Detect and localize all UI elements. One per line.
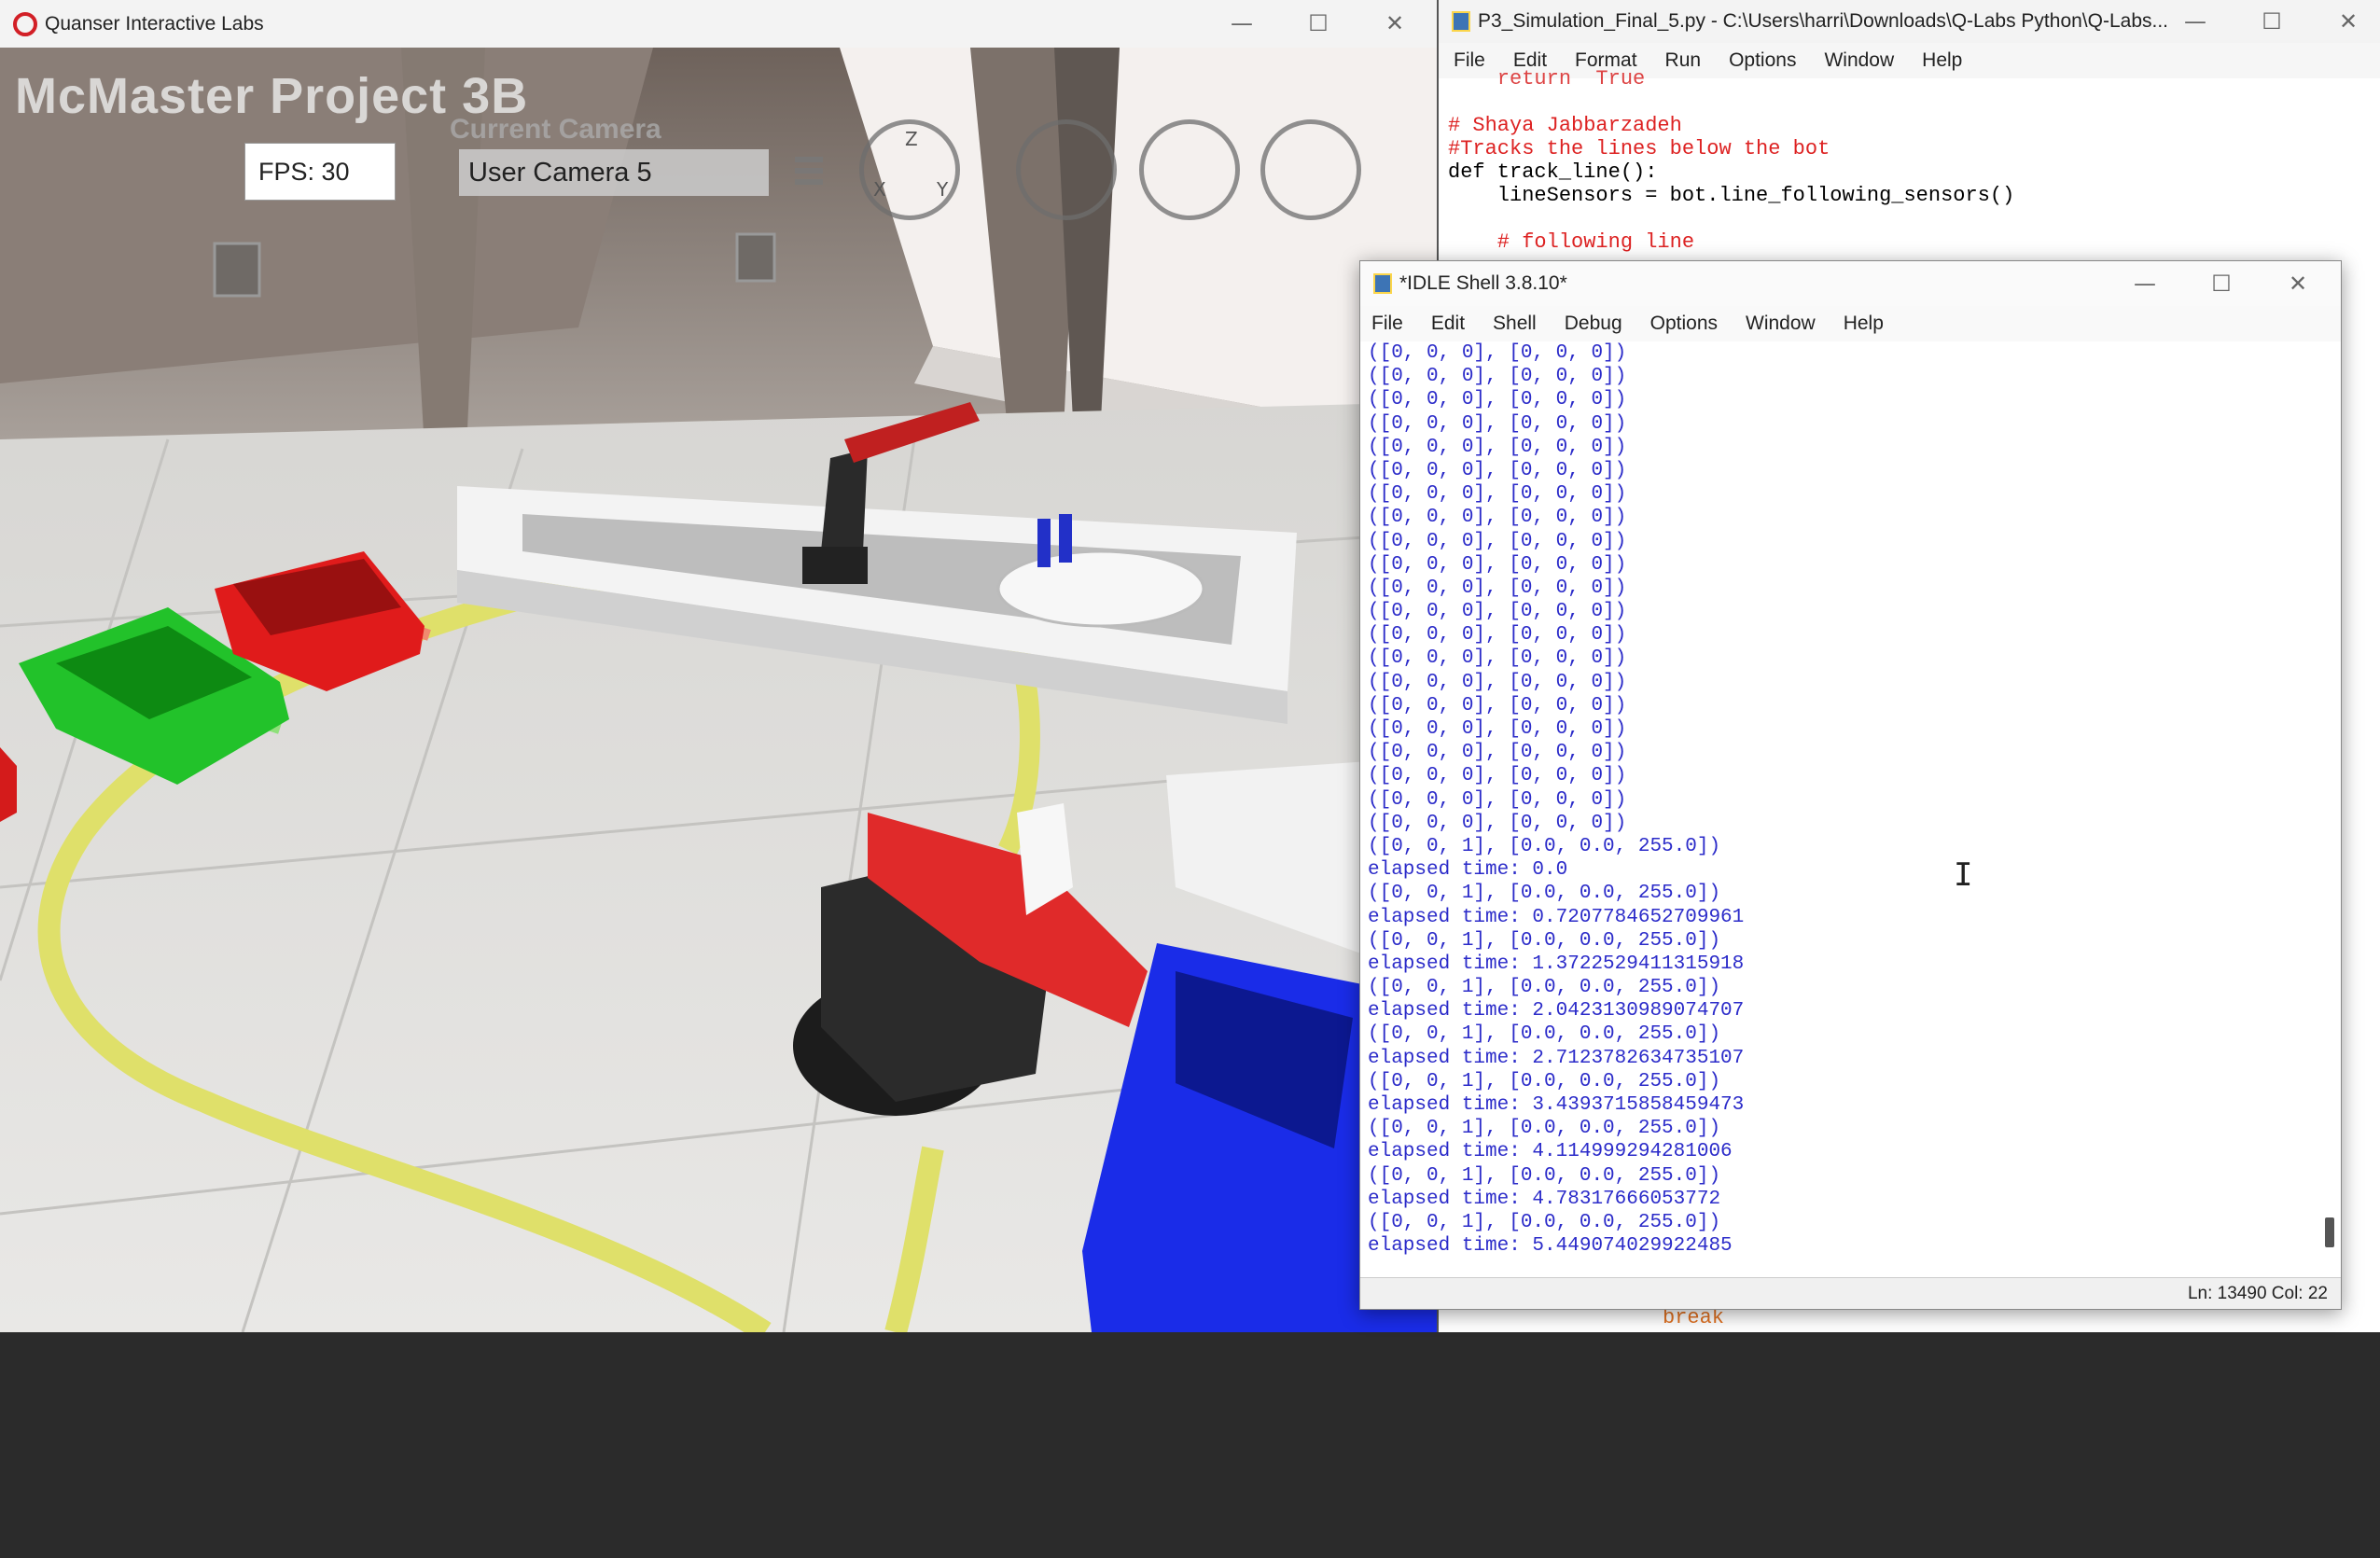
shell-menu-file[interactable]: File [1371,313,1403,335]
shell-output-line: ([0, 0, 1], [0.0, 0.0, 255.0]) [1368,835,1721,857]
text-cursor-icon: I [1954,856,1973,894]
python-shell-icon [1373,273,1392,294]
shell-output-line: ([0, 0, 0], [0, 0, 0]) [1368,671,1627,693]
quanser-titlebar[interactable]: Quanser Interactive Labs — ☐ ✕ [0,0,1437,48]
shell-scrollbar[interactable] [2320,606,2339,1558]
shell-output-line: ([0, 0, 0], [0, 0, 0]) [1368,647,1627,670]
shell-output-line: ([0, 0, 1], [0.0, 0.0, 255.0]) [1368,929,1721,952]
simulation-viewport[interactable] [0,48,1437,1332]
shell-output-line: ([0, 0, 1], [0.0, 0.0, 255.0]) [1368,1023,1721,1046]
code-line: #Tracks the lines below the bot [1448,137,1830,160]
axis-orientation-icon[interactable]: Z X Y [859,119,960,220]
shell-maximize-button[interactable]: ☐ [2183,261,2260,306]
shell-menu-window[interactable]: Window [1746,313,1816,335]
shell-output-line: elapsed time: 2.0423130989074707 [1368,1000,1745,1022]
shell-menu-debug[interactable]: Debug [1565,313,1622,335]
code-line: # Shaya Jabbarzadeh [1448,114,1682,137]
axis-x-label: X [873,178,886,201]
shell-output-line: ([0, 0, 0], [0, 0, 0]) [1368,459,1627,481]
code-line: # following line [1448,230,1695,254]
shell-menu-help[interactable]: Help [1844,313,1884,335]
menu-icon[interactable] [795,157,823,190]
shell-output-line: ([0, 0, 0], [0, 0, 0]) [1368,788,1627,811]
shell-output-line: ([0, 0, 1], [0.0, 0.0, 255.0]) [1368,1164,1721,1187]
shell-menu-options[interactable]: Options [1650,313,1718,335]
shell-output-line: ([0, 0, 0], [0, 0, 0]) [1368,412,1627,435]
shell-output-line: ([0, 0, 0], [0, 0, 0]) [1368,624,1627,647]
current-camera-label: Current Camera [450,114,661,145]
shell-titlebar[interactable]: *IDLE Shell 3.8.10* — ☐ ✕ [1360,261,2341,306]
quanser-logo-icon [13,11,37,36]
gear-icon[interactable] [1139,119,1240,220]
editor-window-title: P3_Simulation_Final_5.py - C:\Users\harr… [1478,10,2169,32]
shell-output-line: ([0, 0, 0], [0, 0, 0]) [1368,601,1627,623]
shell-output-line: elapsed time: 4.78317666053772 [1368,1188,1721,1210]
idle-shell-window: *IDLE Shell 3.8.10* — ☐ ✕ File Edit Shel… [1359,260,2342,1310]
axis-y-label: Y [937,178,949,201]
camera-select[interactable]: User Camera 5 [459,149,769,196]
minimize-button[interactable]: — [1204,0,1280,48]
editor-minimize-button[interactable]: — [2157,0,2234,43]
shell-output-line: ([0, 0, 0], [0, 0, 0]) [1368,577,1627,599]
shell-output-line: ([0, 0, 0], [0, 0, 0]) [1368,765,1627,787]
shell-output-line: ([0, 0, 1], [0.0, 0.0, 255.0]) [1368,977,1721,999]
editor-maximize-button[interactable]: ☐ [2234,0,2310,43]
shell-output-line: ([0, 0, 1], [0.0, 0.0, 255.0]) [1368,883,1721,905]
book-icon[interactable] [1016,119,1117,220]
shell-output-line: elapsed time: 1.3722529411315918 [1368,953,1745,975]
quanser-window-title: Quanser Interactive Labs [45,12,264,35]
quanser-window: Quanser Interactive Labs — ☐ ✕ McMaster … [0,0,1437,1332]
shell-output-line: elapsed time: 0.0 [1368,859,1568,882]
shell-output-line: ([0, 0, 0], [0, 0, 0]) [1368,483,1627,506]
shell-output-line: ([0, 0, 0], [0, 0, 0]) [1368,718,1627,740]
shell-menubar: File Edit Shell Debug Options Window Hel… [1360,306,2341,341]
shell-output-line: ([0, 0, 0], [0, 0, 0]) [1368,436,1627,458]
exit-icon[interactable] [1260,119,1361,220]
shell-output-line: ([0, 0, 0], [0, 0, 0]) [1368,553,1627,576]
shell-close-button[interactable]: ✕ [2260,261,2336,306]
code-editor[interactable]: return True # Shaya Jabbarzadeh #Tracks th… [1439,67,2380,254]
shell-output-line: ([0, 0, 1], [0.0, 0.0, 255.0]) [1368,1211,1721,1233]
shell-menu-shell[interactable]: Shell [1493,313,1537,335]
shell-output-line: ([0, 0, 0], [0, 0, 0]) [1368,507,1627,529]
shell-output-line: elapsed time: 3.4393715858459473 [1368,1094,1745,1116]
shell-window-title: *IDLE Shell 3.8.10* [1399,272,1567,294]
code-line: return True [1448,67,1646,90]
shell-output[interactable]: ([0, 0, 0], [0, 0, 0]) ([0, 0, 0], [0, 0,… [1360,341,2314,1274]
maximize-button[interactable]: ☐ [1280,0,1357,48]
shell-menu-edit[interactable]: Edit [1431,313,1465,335]
shell-scrollbar-thumb[interactable] [2325,1217,2334,1247]
shell-output-line: ([0, 0, 0], [0, 0, 0]) [1368,742,1627,764]
editor-titlebar[interactable]: P3_Simulation_Final_5.py - C:\Users\harr… [1439,0,2380,43]
code-line: lineSensors = bot.line_following_sensors… [1448,184,2015,207]
shell-statusbar: Ln: 13490 Col: 22 [1360,1277,2341,1309]
editor-close-button[interactable]: ✕ [2310,0,2380,43]
shell-output-line: ([0, 0, 0], [0, 0, 0]) [1368,694,1627,716]
close-button[interactable]: ✕ [1357,0,1433,48]
shell-output-line: ([0, 0, 1], [0.0, 0.0, 255.0]) [1368,1070,1721,1092]
code-line: def track_line(): [1448,160,1658,184]
shell-output-line: elapsed time: 0.7207784652709961 [1368,906,1745,928]
shell-output-line: elapsed time: 4.114999294281006 [1368,1141,1733,1163]
shell-output-line: ([0, 0, 0], [0, 0, 0]) [1368,812,1627,834]
axis-z-label: Z [905,128,918,150]
shell-output-line: ([0, 0, 0], [0, 0, 0]) [1368,530,1627,552]
shell-output-line: ([0, 0, 0], [0, 0, 0]) [1368,389,1627,411]
python-file-icon [1452,11,1470,32]
shell-output-line: ([0, 0, 0], [0, 0, 0]) [1368,342,1627,364]
fps-counter: FPS: 30 [244,143,396,201]
shell-output-line: ([0, 0, 1], [0.0, 0.0, 255.0]) [1368,1118,1721,1140]
shell-output-line: elapsed time: 2.7123782634735107 [1368,1047,1745,1069]
shell-minimize-button[interactable]: — [2107,261,2183,306]
shell-output-line: ([0, 0, 0], [0, 0, 0]) [1368,366,1627,388]
shell-output-line: elapsed time: 5.449074029922485 [1368,1235,1733,1258]
